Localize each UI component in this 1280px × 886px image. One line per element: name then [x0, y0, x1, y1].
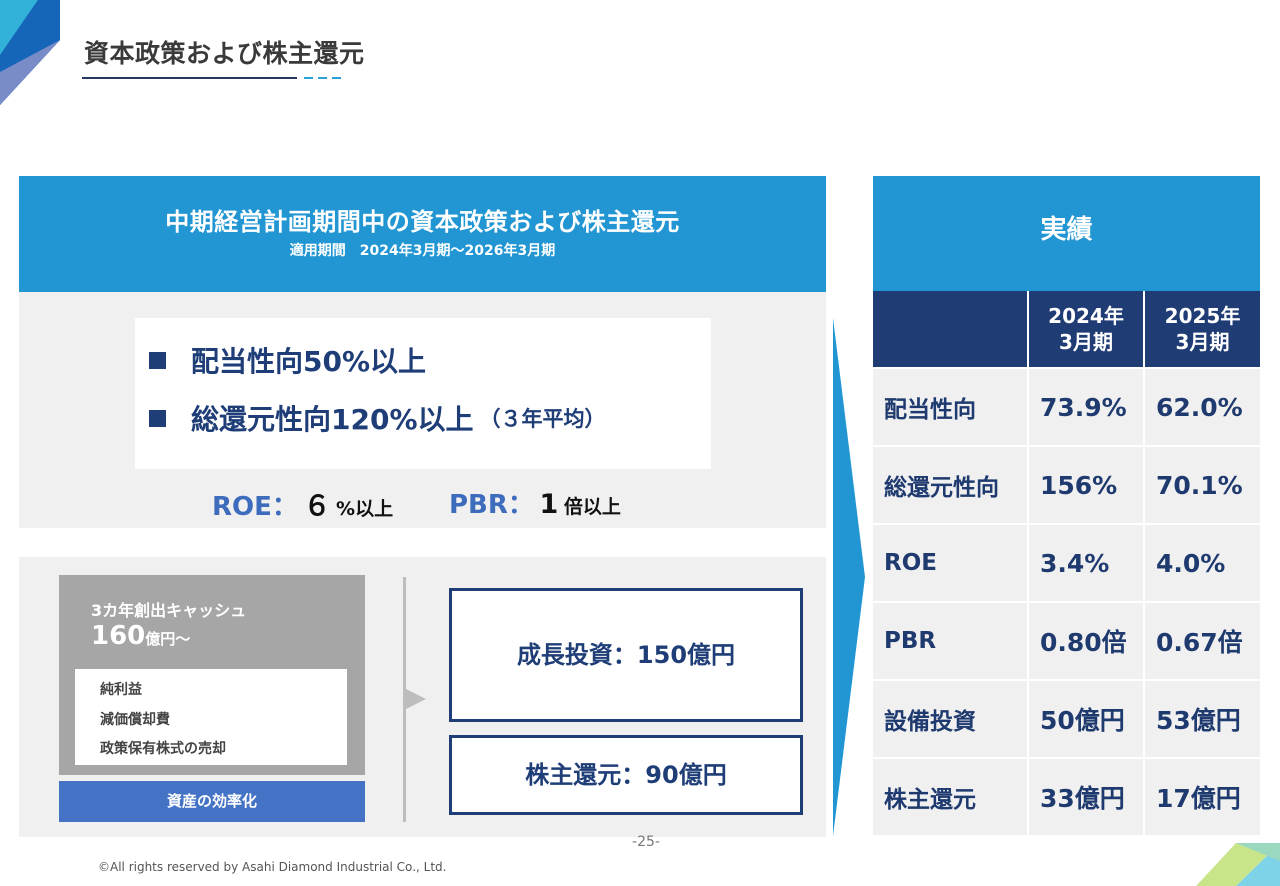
- row-label: 設備投資: [873, 681, 1029, 759]
- title-dash: [332, 77, 341, 79]
- targets-box: 配当性向50%以上 総還元性向120%以上 （３年平均）: [135, 318, 711, 469]
- table-row: 総還元性向 156% 70.1%: [873, 447, 1260, 525]
- cell-value: 156%: [1029, 447, 1145, 525]
- title-underline: [82, 77, 297, 79]
- cash-label: 3カ年創出キャッシュ: [91, 601, 247, 620]
- bullet-square-icon: [149, 409, 166, 427]
- cell-value: 3.4%: [1029, 525, 1145, 603]
- target-text: 配当性向50%以上: [191, 345, 427, 378]
- row-label: 総還元性向: [873, 447, 1029, 525]
- asset-efficiency-bar: 資産の効率化: [59, 781, 365, 822]
- cell-value: 53億円: [1145, 681, 1260, 759]
- roe-unit: %以上: [336, 498, 394, 520]
- column-header-2025: 2025年 3月期: [1145, 291, 1260, 369]
- policy-header: 中期経営計画期間中の資本政策および株主還元 適用期間 2024年3月期～2026…: [19, 176, 826, 292]
- pbr-unit: 倍以上: [563, 496, 621, 518]
- column-period: 3月期: [1175, 330, 1230, 354]
- pbr-target: PBR： 1 倍以上: [449, 484, 621, 521]
- pbr-label: PBR：: [449, 490, 534, 520]
- cash-amount: 160億円～: [91, 621, 190, 651]
- cell-value: 33億円: [1029, 759, 1145, 837]
- target-text: 総還元性向120%以上: [191, 403, 474, 436]
- policy-title: 中期経営計画期間中の資本政策および株主還元: [165, 208, 680, 236]
- roe-label: ROE：: [212, 492, 298, 522]
- roe-value: ６: [303, 491, 331, 522]
- row-label: 株主還元: [873, 759, 1029, 837]
- growth-investment-text: 成長投資：150億円: [516, 641, 736, 669]
- cash-amount-unit: 億円～: [145, 630, 191, 648]
- cash-amount-value: 160: [91, 621, 146, 651]
- target-item: 総還元性向120%以上 （３年平均）: [149, 398, 606, 438]
- cash-sources-box: 純利益 減価償却費 政策保有株式の売却: [75, 669, 347, 765]
- table-row: PBR 0.80倍 0.67倍: [873, 603, 1260, 681]
- table-header-row: 2024年 3月期 2025年 3月期: [873, 291, 1260, 369]
- results-table: 2024年 3月期 2025年 3月期 配当性向 73.9% 62.0% 総還元性向…: [873, 291, 1260, 837]
- page-title: 資本政策および株主還元: [84, 39, 365, 68]
- cell-value: 73.9%: [1029, 369, 1145, 447]
- shareholder-return-box: 株主還元：90億円: [449, 735, 803, 815]
- corner-decoration: [1196, 843, 1280, 886]
- row-label: 配当性向: [873, 369, 1029, 447]
- page-number: -25-: [632, 834, 660, 850]
- cell-value: 70.1%: [1145, 447, 1260, 525]
- cell-value: 0.67倍: [1145, 603, 1260, 681]
- logo-corner-decoration: [0, 0, 60, 105]
- column-header-2024: 2024年 3月期: [1029, 291, 1145, 369]
- shareholder-return-text: 株主還元：90億円: [525, 761, 727, 789]
- table-row: 株主還元 33億円 17億円: [873, 759, 1260, 837]
- target-note: （３年平均）: [479, 407, 606, 431]
- title-dash: [304, 77, 313, 79]
- roe-target: ROE： ６ %以上: [212, 484, 393, 523]
- cell-value: 62.0%: [1145, 369, 1260, 447]
- column-year: 2024年: [1048, 304, 1124, 328]
- cash-source-item: 減価償却費: [100, 712, 170, 728]
- row-label: PBR: [873, 603, 1029, 681]
- results-header: 実績: [873, 176, 1260, 291]
- table-row: 設備投資 50億円 53億円: [873, 681, 1260, 759]
- column-year: 2025年: [1164, 304, 1241, 328]
- row-label: ROE: [873, 525, 1029, 603]
- pbr-value: 1: [539, 489, 559, 520]
- cell-value: 4.0%: [1145, 525, 1260, 603]
- table-row: 配当性向 73.9% 62.0%: [873, 369, 1260, 447]
- column-period: 3月期: [1059, 330, 1113, 354]
- arrow-right-icon: [406, 689, 426, 709]
- chevron-right-icon: [833, 318, 865, 836]
- cell-value: 50億円: [1029, 681, 1145, 759]
- bullet-square-icon: [149, 351, 166, 369]
- copyright-text: ©All rights reserved by Asahi Diamond In…: [98, 860, 447, 874]
- title-dash: [318, 77, 327, 79]
- cell-value: 0.80倍: [1029, 603, 1145, 681]
- cash-source-item: 純利益: [100, 682, 142, 698]
- table-corner-cell: [873, 291, 1029, 369]
- target-item: 配当性向50%以上: [149, 340, 426, 380]
- cell-value: 17億円: [1145, 759, 1260, 837]
- policy-period: 適用期間 2024年3月期～2026年3月期: [289, 243, 556, 259]
- table-row: ROE 3.4% 4.0%: [873, 525, 1260, 603]
- growth-investment-box: 成長投資：150億円: [449, 588, 803, 722]
- cash-source-item: 政策保有株式の売却: [100, 741, 226, 757]
